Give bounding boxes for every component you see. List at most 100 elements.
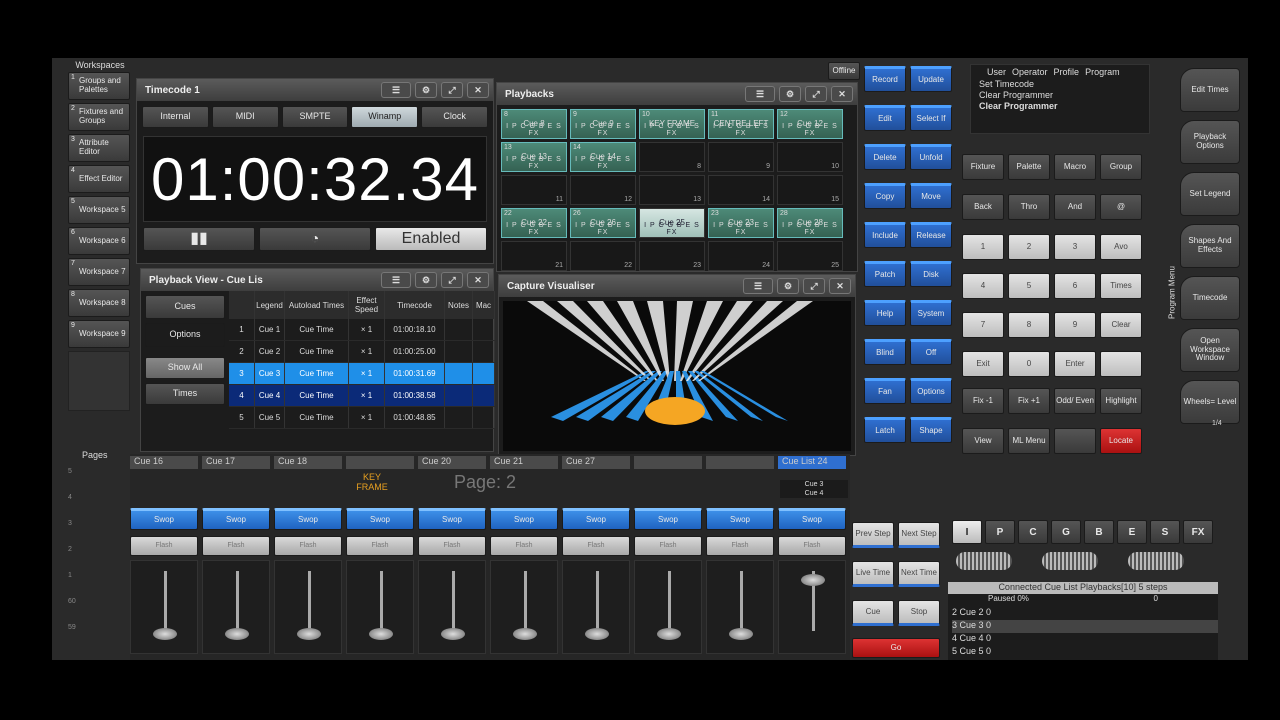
key-move[interactable]: Move	[910, 183, 952, 209]
timecode-source-winamp[interactable]: Winamp	[351, 106, 419, 128]
key-select-if[interactable]: Select If	[910, 105, 952, 131]
transport-next-time[interactable]: Next Time	[898, 561, 940, 587]
fader-knob[interactable]	[297, 628, 321, 640]
key-view[interactable]: View	[962, 428, 1004, 454]
playback-cell[interactable]: 9	[708, 142, 774, 172]
key-update[interactable]: Update	[910, 66, 952, 92]
resize-icon[interactable]: ⤢	[805, 86, 827, 102]
pause-button[interactable]: ▮▮	[143, 227, 255, 251]
playback-cell[interactable]: 22 Cue 22 I P C G B E S FX	[501, 208, 567, 238]
playback-cell[interactable]: 24	[708, 241, 774, 271]
playback-cell[interactable]: 23	[639, 241, 705, 271]
playback-cell[interactable]: 25	[777, 241, 843, 271]
fader-knob[interactable]	[585, 628, 609, 640]
key-ml-menu[interactable]: ML Menu	[1008, 428, 1050, 454]
key-fan[interactable]: Fan	[864, 378, 906, 404]
side-menu-edit-times[interactable]: Edit Times	[1180, 68, 1240, 112]
fader-knob[interactable]	[801, 574, 825, 586]
transport-prev-step[interactable]: Prev Step	[852, 522, 894, 548]
key-latch[interactable]: Latch	[864, 417, 906, 443]
key-2[interactable]: 2	[1008, 234, 1050, 260]
attribute-bank-p[interactable]: P	[985, 520, 1015, 544]
flash-button[interactable]: Flash	[634, 536, 702, 556]
connected-step[interactable]: 2 Cue 2 0	[952, 607, 1218, 620]
connected-step[interactable]: 3 Cue 3 0	[952, 620, 1218, 633]
swop-button[interactable]: Swop	[562, 508, 630, 530]
fader-knob[interactable]	[729, 628, 753, 640]
workspace-button-5[interactable]: 5 Workspace 5	[68, 196, 130, 224]
gear-icon[interactable]: ⚙	[415, 272, 437, 288]
workspace-button-4[interactable]: 4 Effect Editor	[68, 165, 130, 193]
key-blind[interactable]: Blind	[864, 339, 906, 365]
close-icon[interactable]: ✕	[831, 86, 853, 102]
key-delete[interactable]: Delete	[864, 144, 906, 170]
swop-button[interactable]: Swop	[130, 508, 198, 530]
encoder-wheel[interactable]	[1042, 552, 1098, 570]
enabled-toggle[interactable]: Enabled	[375, 227, 487, 251]
key-disk[interactable]: Disk	[910, 261, 952, 287]
playback-cell[interactable]: 10	[777, 142, 843, 172]
key-highlight[interactable]: Highlight	[1100, 388, 1142, 414]
encoder-wheel[interactable]	[956, 552, 1012, 570]
fader-knob[interactable]	[441, 628, 465, 640]
playback-cell[interactable]: 12 Cue 12 I P C G B E S FX	[777, 109, 843, 139]
encoder-wheel[interactable]	[1128, 552, 1184, 570]
transport-go[interactable]: Go	[852, 638, 940, 658]
side-menu-playback-options[interactable]: Playback Options	[1180, 120, 1240, 164]
attribute-bank-g[interactable]: G	[1051, 520, 1081, 544]
playback-cell[interactable]: 22	[570, 241, 636, 271]
fader-knob[interactable]	[657, 628, 681, 640]
key-@[interactable]: @	[1100, 194, 1142, 220]
key-off[interactable]: Off	[910, 339, 952, 365]
swop-button[interactable]: Swop	[490, 508, 558, 530]
menu-item-profile[interactable]: Profile	[1054, 67, 1080, 77]
key-release[interactable]: Release	[910, 222, 952, 248]
flash-button[interactable]: Flash	[202, 536, 270, 556]
flash-button[interactable]: Flash	[346, 536, 414, 556]
side-menu-wheels-level[interactable]: Wheels= Level	[1180, 380, 1240, 424]
menu-icon[interactable]: ☰	[745, 86, 775, 102]
key-system[interactable]: System	[910, 300, 952, 326]
key-blank[interactable]	[1054, 428, 1096, 454]
key-back[interactable]: Back	[962, 194, 1004, 220]
key-5[interactable]: 5	[1008, 273, 1050, 299]
timecode-source-internal[interactable]: Internal	[142, 106, 209, 128]
times-button[interactable]: Times	[145, 383, 225, 405]
key-options[interactable]: Options	[910, 378, 952, 404]
workspace-button-6[interactable]: 6 Workspace 6	[68, 227, 130, 255]
key-clear[interactable]: Clear	[1100, 312, 1142, 338]
key-thro[interactable]: Thro	[1008, 194, 1050, 220]
fader-knob[interactable]	[513, 628, 537, 640]
playback-cell[interactable]: 14 Cue 14 I P C G B E S FX	[570, 142, 636, 172]
playback-cell[interactable]: 14	[708, 175, 774, 205]
menu-item-operator[interactable]: Operator	[1012, 67, 1048, 77]
playback-cell[interactable]: 10 KEY FRAME I P C G B E S FX	[639, 109, 705, 139]
cue-row[interactable]: 3 Cue 3 Cue Time × 1 01:00:31.69	[229, 363, 495, 385]
key-6[interactable]: 6	[1054, 273, 1096, 299]
key-7[interactable]: 7	[962, 312, 1004, 338]
fader-knob[interactable]	[225, 628, 249, 640]
timecode-source-smpte[interactable]: SMPTE	[281, 106, 349, 128]
attribute-bank-s[interactable]: S	[1150, 520, 1180, 544]
attribute-bank-b[interactable]: B	[1084, 520, 1114, 544]
key-shape[interactable]: Shape	[910, 417, 952, 443]
playback-cell[interactable]: 28 Cue 28 I P C G B E S FX	[777, 208, 843, 238]
menu-icon[interactable]: ☰	[381, 82, 411, 98]
workspace-button-8[interactable]: 8 Workspace 8	[68, 289, 130, 317]
flash-button[interactable]: Flash	[778, 536, 846, 556]
swop-button[interactable]: Swop	[274, 508, 342, 530]
resize-icon[interactable]: ⤢	[441, 82, 463, 98]
key-3[interactable]: 3	[1054, 234, 1096, 260]
playback-cell[interactable]: 13	[639, 175, 705, 205]
connected-step[interactable]: 5 Cue 5 0	[952, 646, 1218, 659]
cues-tab[interactable]: Cues	[145, 295, 225, 319]
key-avo[interactable]: Avo	[1100, 234, 1142, 260]
key-odd-even[interactable]: Odd/ Even	[1054, 388, 1096, 414]
transport-cue[interactable]: Cue	[852, 600, 894, 626]
key-fix-+1[interactable]: Fix +1	[1008, 388, 1050, 414]
timecode-source-midi[interactable]: MIDI	[211, 106, 279, 128]
key-9[interactable]: 9	[1054, 312, 1096, 338]
workspace-button-3[interactable]: 3 Attribute Editor	[68, 134, 130, 162]
side-menu-set-legend[interactable]: Set Legend	[1180, 172, 1240, 216]
flash-button[interactable]: Flash	[418, 536, 486, 556]
